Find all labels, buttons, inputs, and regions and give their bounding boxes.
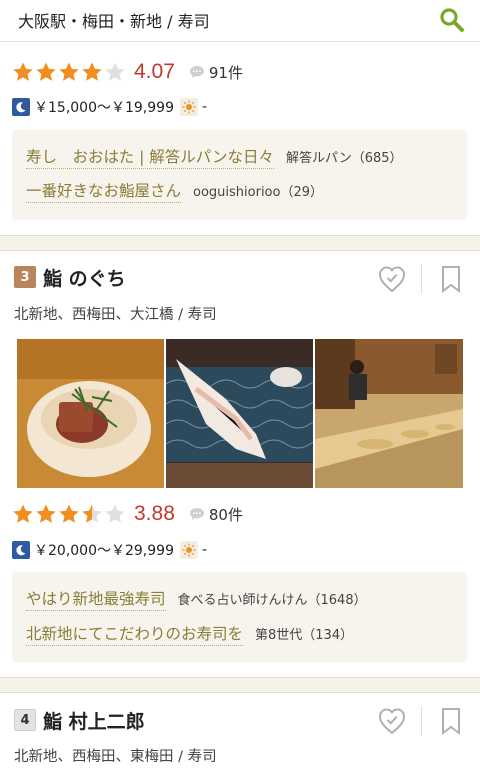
shop-genre: 北新地、西梅田、東梅田 / 寿司	[14, 749, 217, 765]
bookmark-icon[interactable]	[437, 264, 465, 294]
search-header[interactable]: 大阪駅・梅田・新地 / 寿司	[0, 0, 480, 42]
rank-badge: 4	[14, 709, 36, 731]
shop-name[interactable]: 鮨 のぐち	[43, 264, 126, 291]
review-item[interactable]: 北新地にてこだわりのお寿司を 第8世代（134）	[26, 622, 353, 646]
star-half-icon	[82, 504, 102, 523]
price-row: ￥15,000～￥19,999 -	[12, 96, 207, 118]
rank-badge: 3	[14, 266, 36, 288]
review-author: ooguishiorioo（29）	[193, 185, 324, 200]
action-divider	[421, 264, 422, 294]
rating-row: 4.07 91件	[12, 59, 243, 85]
moon-icon	[12, 98, 30, 116]
listing-separator	[0, 235, 480, 251]
review-count-text: 91件	[208, 63, 243, 82]
dinner-price: ￥15,000～￥19,999	[34, 100, 174, 116]
price-row: ￥20,000～￥29,999 -	[12, 539, 207, 561]
rating-row: 3.88 80件	[12, 501, 243, 527]
restaurant-interior-photo[interactable]	[315, 339, 463, 488]
rating-score: 3.88	[134, 502, 175, 525]
action-divider	[421, 706, 422, 736]
star-full-icon	[13, 504, 33, 523]
lunch-price: -	[201, 542, 208, 558]
food-photo[interactable]	[166, 339, 313, 488]
star-rating	[12, 503, 126, 525]
star-full-icon	[59, 504, 79, 523]
rating-score: 4.07	[134, 60, 175, 83]
review-item[interactable]: やはり新地最強寿司 食べる占い師けんけん（1648）	[26, 587, 367, 611]
review-count-text: 80件	[208, 505, 243, 524]
star-rating	[12, 61, 126, 83]
review-snippets: 寿し おおはた | 解答ルパンな日々 解答ルパン（685） 一番好きなお鮨屋さん…	[12, 130, 467, 220]
sun-icon	[179, 541, 198, 559]
review-author: 食べる占い師けんけん（1648）	[177, 593, 367, 608]
shop-genre: 北新地、西梅田、大江橋 / 寿司	[14, 307, 217, 323]
area-genre-label[interactable]: 大阪駅・梅田・新地 / 寿司	[18, 8, 210, 32]
listing-separator	[0, 677, 480, 693]
search-icon[interactable]	[438, 6, 466, 34]
star-full-icon	[36, 62, 56, 81]
star-full-icon	[36, 504, 56, 523]
dinner-price: ￥20,000～￥29,999	[34, 543, 174, 559]
star-empty-icon	[105, 62, 125, 81]
star-full-icon	[59, 62, 79, 81]
review-item[interactable]: 一番好きなお鮨屋さん ooguishiorioo（29）	[26, 179, 323, 203]
review-author: 第8世代（134）	[255, 628, 354, 643]
review-item[interactable]: 寿し おおはた | 解答ルパンな日々 解答ルパン（685）	[26, 145, 403, 169]
moon-icon	[12, 541, 30, 559]
review-title[interactable]: やはり新地最強寿司	[26, 587, 166, 611]
check-heart-icon[interactable]	[378, 264, 406, 294]
review-count[interactable]: 80件	[189, 504, 243, 525]
review-author: 解答ルパン（685）	[286, 151, 403, 166]
star-empty-icon	[105, 504, 125, 523]
review-count[interactable]: 91件	[189, 62, 243, 83]
review-title[interactable]: 寿し おおはた | 解答ルパンな日々	[26, 145, 275, 169]
star-full-icon	[82, 62, 102, 81]
comment-bubble-icon	[189, 508, 204, 520]
review-title[interactable]: 北新地にてこだわりのお寿司を	[26, 622, 244, 646]
shop-name[interactable]: 鮨 村上二郎	[43, 707, 145, 734]
check-heart-icon[interactable]	[378, 706, 406, 736]
sun-icon	[179, 98, 198, 116]
food-photo[interactable]	[17, 339, 164, 488]
review-title[interactable]: 一番好きなお鮨屋さん	[26, 179, 182, 203]
star-full-icon	[13, 62, 33, 81]
review-snippets: やはり新地最強寿司 食べる占い師けんけん（1648） 北新地にてこだわりのお寿司…	[12, 572, 467, 662]
bookmark-icon[interactable]	[437, 706, 465, 736]
lunch-price: -	[201, 99, 208, 115]
comment-bubble-icon	[189, 66, 204, 78]
